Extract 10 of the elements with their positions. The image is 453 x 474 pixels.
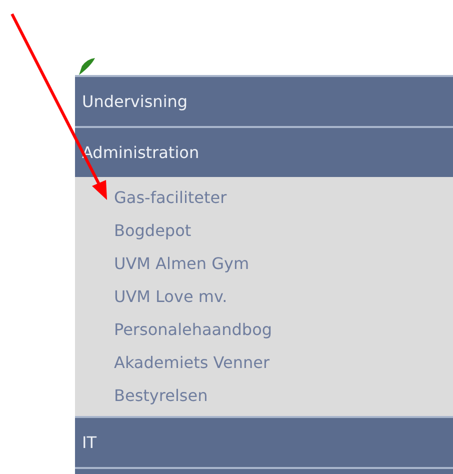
- submenu-link[interactable]: UVM Love mv.: [114, 280, 228, 313]
- leaf-icon: [79, 58, 95, 75]
- submenu-link[interactable]: Akademiets Venner: [114, 346, 270, 379]
- submenu-link[interactable]: Personalehaandbog: [114, 313, 272, 346]
- submenu-link[interactable]: UVM Almen Gym: [114, 247, 250, 280]
- menu-section-header[interactable]: Undervisning: [75, 75, 453, 126]
- submenu-link[interactable]: Gas-faciliteter: [114, 181, 227, 214]
- submenu-link[interactable]: Bestyrelsen: [114, 379, 208, 412]
- menu-section-header[interactable]: IT: [75, 416, 453, 467]
- submenu-link[interactable]: Bogdepot: [114, 214, 192, 247]
